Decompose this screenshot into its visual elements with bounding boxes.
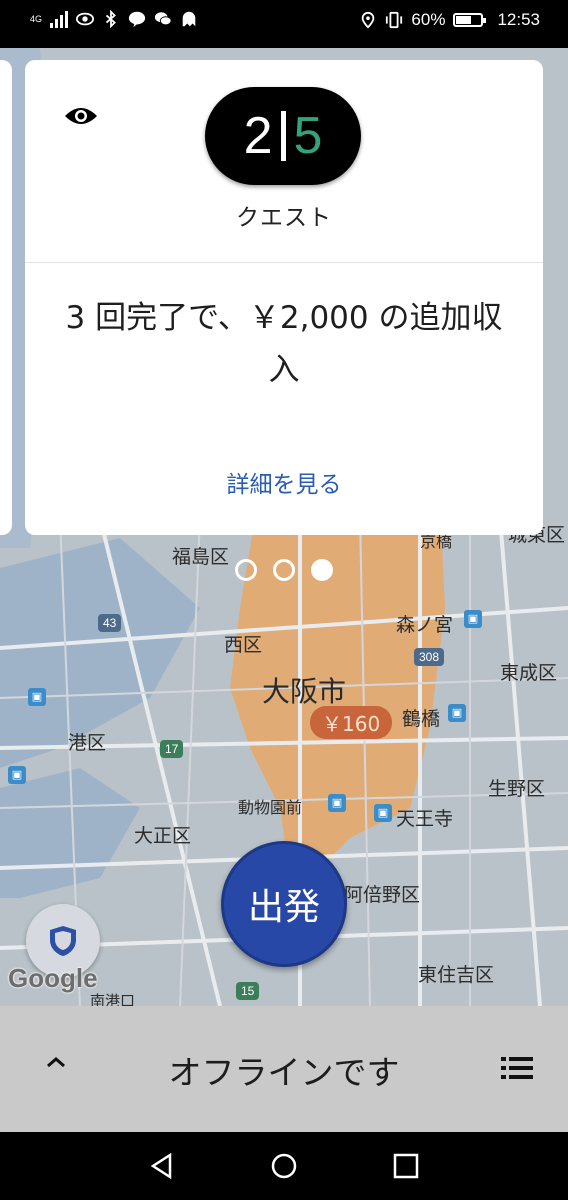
wechat-icon bbox=[154, 12, 172, 26]
map-label-ikuno: 生野区 bbox=[488, 778, 546, 800]
clock: 12:53 bbox=[497, 10, 540, 29]
ghost-icon bbox=[182, 11, 196, 27]
battery-percent: 60% bbox=[411, 10, 446, 29]
quest-card[interactable]: 2 5 クエスト 3 回完了で、￥2,000 の追加収入 詳細を見る bbox=[25, 60, 543, 535]
network-type: 4G bbox=[30, 13, 43, 24]
eye-icon bbox=[76, 12, 95, 26]
map-label-osaka-city: 大阪市 bbox=[262, 675, 347, 708]
pager-dot-active[interactable] bbox=[311, 559, 333, 581]
map-label-taisho: 大正区 bbox=[134, 825, 192, 847]
station-icon: ▣ bbox=[8, 766, 26, 784]
progress-separator bbox=[280, 111, 286, 161]
offline-status: オフラインです bbox=[168, 1053, 400, 1092]
map-label-zoo: 動物園前 bbox=[238, 798, 303, 817]
station-icon: ▣ bbox=[328, 794, 346, 812]
station-icon: ▣ bbox=[28, 688, 46, 706]
card-pager bbox=[0, 559, 568, 581]
location-icon bbox=[362, 11, 375, 29]
back-icon[interactable] bbox=[148, 1152, 176, 1180]
divider bbox=[25, 262, 543, 263]
signal-icon bbox=[50, 10, 69, 28]
station-icon: ▣ bbox=[448, 704, 466, 722]
list-icon[interactable] bbox=[500, 1054, 534, 1082]
quest-progress-pill: 2 5 bbox=[205, 87, 361, 185]
quest-card-previous[interactable] bbox=[0, 60, 12, 535]
google-logo: Google bbox=[8, 963, 98, 993]
quest-total-count: 5 bbox=[293, 107, 323, 165]
pager-dot[interactable] bbox=[235, 559, 257, 581]
route-badge-15: 15 bbox=[236, 982, 260, 1000]
map-label-abeno: 阿倍野区 bbox=[344, 884, 421, 906]
map-label-tsuruhashi: 鶴橋 bbox=[402, 708, 441, 730]
route-badge-17: 17 bbox=[160, 740, 184, 758]
map-label-higashisumiyoshi: 東住吉区 bbox=[418, 964, 495, 986]
quest-message: 3 回完了で、￥2,000 の追加収入 bbox=[65, 300, 503, 388]
vibrate-icon bbox=[386, 11, 403, 29]
station-icon: ▣ bbox=[374, 804, 392, 822]
battery-icon bbox=[453, 13, 487, 27]
bottom-status-bar[interactable]: オフラインです bbox=[0, 1006, 568, 1132]
system-nav-bar bbox=[0, 1132, 568, 1200]
station-icon: ▣ bbox=[464, 610, 482, 628]
map-label-tennoji: 天王寺 bbox=[396, 808, 454, 830]
recents-icon[interactable] bbox=[392, 1152, 420, 1180]
go-online-button[interactable]: 出発 bbox=[221, 841, 347, 967]
route-badge-43: 43 bbox=[98, 614, 122, 632]
map-label-morinomiya: 森ノ宮 bbox=[396, 614, 454, 636]
quest-label: クエスト bbox=[236, 205, 332, 231]
pager-dot[interactable] bbox=[273, 559, 295, 581]
shield-icon bbox=[50, 926, 76, 956]
map-label-higashinari: 東成区 bbox=[500, 662, 558, 684]
bluetooth-icon bbox=[105, 10, 116, 28]
route-badge-308: 308 bbox=[414, 648, 445, 666]
surge-price-badge: ￥160 bbox=[310, 706, 393, 739]
quest-completed-count: 2 bbox=[243, 107, 273, 165]
status-bar: 4G 60% 12:53 bbox=[0, 0, 568, 48]
home-icon[interactable] bbox=[270, 1152, 298, 1180]
details-link[interactable]: 詳細を見る bbox=[25, 465, 543, 499]
line-icon bbox=[128, 11, 146, 28]
map-label-nishi: 西区 bbox=[224, 634, 263, 656]
map-label-minato: 港区 bbox=[68, 732, 107, 754]
eye-icon[interactable] bbox=[63, 104, 99, 128]
